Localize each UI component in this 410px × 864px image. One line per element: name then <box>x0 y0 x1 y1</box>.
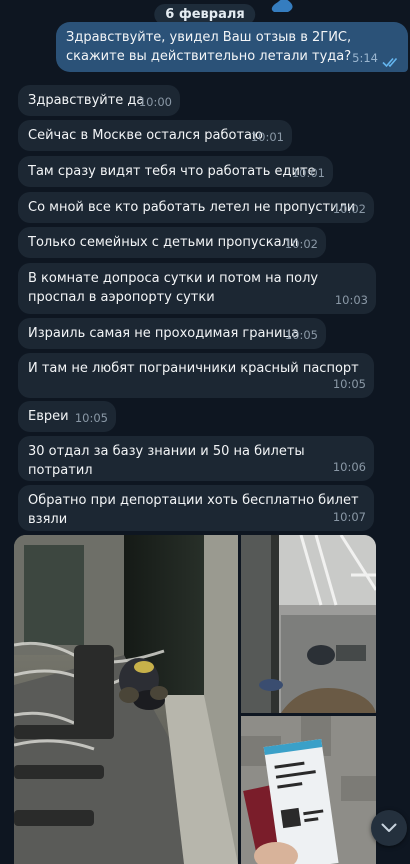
scroll-down-button[interactable] <box>371 810 407 846</box>
message-text: Евреи <box>28 409 69 424</box>
message-time: 10:06 <box>332 460 366 474</box>
message-time: 5:14 <box>352 51 378 65</box>
incoming-message[interactable]: 30 отдал за базу знании и 50 на билеты п… <box>18 436 374 481</box>
message-text: Обратно при депортации хоть бесплатно би… <box>28 493 359 527</box>
incoming-message[interactable]: И там не любят пограничники красный пасп… <box>18 353 374 398</box>
message-time: 10:03 <box>334 293 368 307</box>
incoming-message[interactable]: В комнате допроса сутки и потом на полу … <box>18 263 376 314</box>
message-text: Здравствуйте да <box>28 93 145 108</box>
message-text: И там не любят пограничники красный пасп… <box>28 361 359 376</box>
message-time: 10:05 <box>332 377 366 391</box>
photo-boarding-passes[interactable] <box>241 716 376 864</box>
incoming-message[interactable]: Только семейных с детьми пропускали 10:0… <box>18 227 326 258</box>
message-time: 10:01 <box>291 166 325 180</box>
chevron-down-icon <box>381 823 397 832</box>
message-time: 10:02 <box>284 237 318 251</box>
message-text: Израиль самая не проходимая граница <box>28 326 300 341</box>
message-text: 30 отдал за базу знании и 50 на билеты п… <box>28 444 305 478</box>
outgoing-message[interactable]: Здравствуйте, увидел Ваш отзыв в 2ГИС, с… <box>56 22 408 72</box>
incoming-message[interactable]: Там сразу видят тебя что работать едите … <box>18 156 333 187</box>
message-time: 10:02 <box>332 202 366 216</box>
double-check-icon <box>382 57 398 68</box>
incoming-message[interactable]: Со мной все кто работать летел не пропус… <box>18 192 374 223</box>
message-text: Сейчас в Москве остался работаю <box>28 128 263 143</box>
incoming-message[interactable]: Сейчас в Москве остался работаю 10:01 <box>18 120 292 151</box>
message-time: 10:00 <box>138 95 172 109</box>
photo-airport-hall[interactable] <box>241 535 376 713</box>
message-time: 10:07 <box>332 510 366 524</box>
message-text: Только семейных с детьми пропускали <box>28 235 299 250</box>
message-time: 10:05 <box>284 328 318 342</box>
message-text: Там сразу видят тебя что работать едите <box>28 164 316 179</box>
message-time: 10:01 <box>250 130 284 144</box>
message-text: В комнате допроса сутки и потом на полу … <box>28 271 319 305</box>
photo-album[interactable] <box>14 535 376 864</box>
message-text: Здравствуйте, увидел Ваш отзыв в 2ГИС, с… <box>66 30 352 64</box>
message-text: Со мной все кто работать летел не пропус… <box>28 200 356 215</box>
incoming-message[interactable]: Обратно при депортации хоть бесплатно би… <box>18 485 374 531</box>
incoming-message[interactable]: Евреи 10:05 <box>18 401 116 432</box>
photo-airport-floor[interactable] <box>14 535 238 864</box>
message-time: 10:05 <box>74 411 108 425</box>
incoming-message[interactable]: Израиль самая не проходимая граница 10:0… <box>18 318 326 349</box>
incoming-message[interactable]: Здравствуйте да 10:00 <box>18 85 180 116</box>
